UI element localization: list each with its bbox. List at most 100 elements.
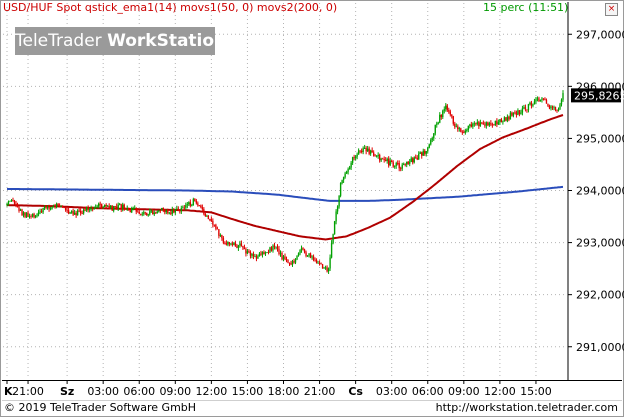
candle-body	[37, 212, 40, 215]
candle-body	[164, 209, 166, 213]
close-button[interactable]: ×	[605, 3, 618, 16]
candle-body	[24, 212, 26, 217]
candle-body	[61, 205, 64, 208]
candle-body	[559, 104, 561, 110]
chart-window: 297,0000 296,0000 295,0000 294,0000 293,0000…	[0, 0, 624, 417]
candle-body	[78, 210, 80, 212]
candle-body	[170, 212, 172, 214]
candle-body	[466, 129, 468, 131]
candle-body	[70, 211, 73, 213]
candle-body	[237, 245, 240, 248]
candle-body	[448, 110, 450, 112]
candle-body	[332, 234, 334, 244]
candle-body	[64, 207, 67, 210]
candle-body	[415, 157, 417, 159]
candle-body	[198, 205, 201, 206]
candle-body	[207, 215, 210, 220]
candle-body	[556, 109, 558, 111]
candle-body	[500, 119, 503, 123]
movs1-layer	[7, 114, 564, 241]
candle-body	[91, 208, 94, 210]
candle-body	[299, 250, 301, 254]
candle-body	[514, 112, 516, 114]
candle-body	[114, 206, 116, 207]
candle-body	[454, 123, 456, 127]
candle-body	[517, 110, 519, 115]
candle-body	[155, 212, 157, 214]
candle-body	[449, 111, 451, 115]
y-axis-labels: 297,0000296,0000295,0000294,0000293,0000…	[567, 2, 624, 380]
candle-body	[436, 123, 438, 125]
candle-body	[60, 205, 62, 207]
candle-body	[94, 207, 97, 209]
candle-body	[445, 105, 447, 110]
candle-body	[375, 155, 378, 157]
candle-body	[239, 243, 241, 246]
candle-body	[404, 164, 406, 166]
website-link[interactable]: http://workstation.teletrader.com	[436, 401, 618, 414]
y-tick-label: 292,0000	[576, 289, 624, 302]
candle-body	[108, 205, 110, 208]
candle-body	[34, 215, 37, 218]
x-tick-label: 21:00	[304, 385, 336, 398]
candle-body	[348, 167, 351, 169]
candle-body	[186, 204, 189, 206]
candle-body	[40, 211, 43, 213]
candle-body	[547, 103, 549, 106]
candle-body	[493, 124, 495, 126]
candle-body	[246, 251, 249, 254]
candle-body	[218, 229, 220, 236]
candle-body	[87, 207, 89, 210]
candle-body	[461, 131, 463, 133]
candle-body	[330, 243, 333, 258]
candle-body	[7, 201, 10, 204]
x-tick-label: 15:00	[232, 385, 264, 398]
x-tick-label: 03:00	[87, 385, 119, 398]
candle-body	[551, 106, 554, 108]
candle-body	[137, 211, 139, 213]
candle-body	[143, 212, 145, 214]
candle-body	[189, 202, 192, 206]
candle-body	[225, 243, 228, 245]
candle-body	[478, 122, 480, 127]
candle-body	[179, 210, 181, 212]
candle-body	[434, 124, 436, 134]
candle-body	[356, 154, 358, 157]
candle-body	[407, 161, 409, 164]
candles-layer	[6, 90, 564, 274]
candle-body	[377, 154, 379, 156]
x-tick-label: 12:00	[484, 385, 516, 398]
candle-body	[54, 206, 56, 208]
candle-body	[472, 123, 474, 127]
movs2-line	[6, 185, 564, 202]
candle-body	[293, 261, 295, 263]
candle-body	[212, 220, 214, 225]
candle-body	[464, 130, 467, 133]
candle-body	[476, 122, 479, 125]
candle-body	[365, 148, 367, 152]
candle-body	[336, 206, 339, 212]
candle-body	[347, 168, 349, 172]
candle-body	[290, 262, 292, 265]
candle-body	[481, 122, 483, 124]
candle-body	[19, 209, 22, 211]
candle-body	[300, 248, 303, 251]
candle-body	[245, 249, 247, 254]
last-price-label: 295,8265	[574, 89, 624, 102]
candle-body	[460, 128, 462, 132]
candle-body	[458, 128, 460, 130]
candle-body	[97, 203, 100, 207]
candle-body	[116, 206, 118, 210]
candle-body	[58, 205, 61, 207]
candle-body	[442, 110, 444, 118]
candle-body	[515, 112, 518, 115]
candle-body	[548, 105, 551, 109]
candle-body	[206, 215, 208, 217]
candle-body	[147, 214, 149, 216]
candle-body	[138, 211, 140, 214]
candle-body	[526, 109, 528, 111]
candle-body	[167, 210, 169, 213]
candle-body	[383, 159, 385, 161]
candle-body	[285, 259, 288, 260]
candle-body	[502, 121, 504, 123]
